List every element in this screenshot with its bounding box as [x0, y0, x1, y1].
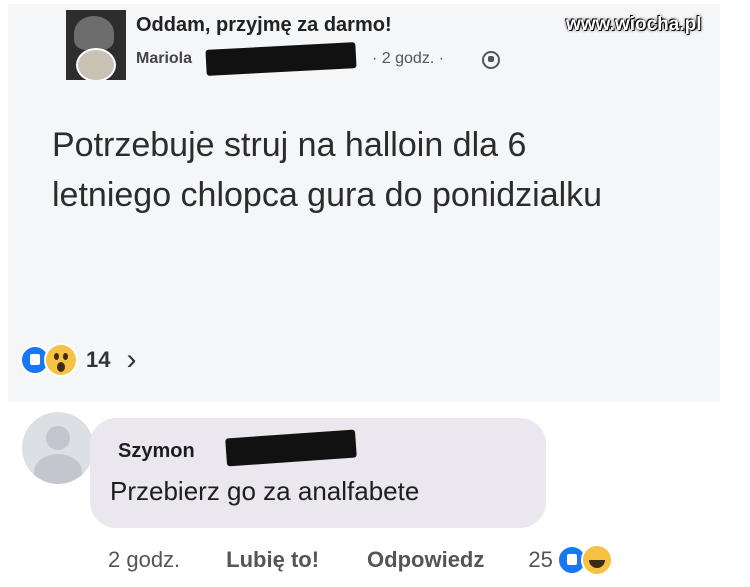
group-avatar[interactable]	[66, 10, 126, 80]
laugh-icon	[580, 544, 613, 576]
post-timestamp[interactable]: · 2 godz. ·	[372, 50, 444, 68]
avatar-head	[46, 426, 70, 450]
globe-icon	[482, 51, 500, 69]
avatar-shoulders	[34, 454, 82, 484]
commenter-avatar[interactable]	[22, 412, 94, 484]
comment-actions: 2 godz. Lubię to! Odpowiedz 25	[108, 540, 613, 580]
reply-button[interactable]: Odpowiedz	[367, 547, 484, 573]
comment-text: Przebierz go za analfabete	[110, 476, 420, 506]
watermark: www.wiocha.pl	[566, 14, 702, 35]
comment-timestamp[interactable]: 2 godz.	[108, 547, 180, 573]
commenter-name[interactable]: Szymon	[118, 440, 195, 463]
comment-reaction-count[interactable]: 25	[528, 547, 552, 573]
wow-mouth	[57, 362, 65, 372]
group-image	[74, 16, 114, 50]
reaction-count[interactable]: 14	[86, 347, 110, 373]
post-author[interactable]: Mariola	[136, 50, 192, 68]
comment-bubble: Szymon Przebierz go za analfabete	[90, 418, 546, 528]
group-name[interactable]: Oddam, przyjmę za darmo!	[136, 14, 392, 37]
post-body: Potrzebuje struj na halloin dla 6 letnie…	[52, 126, 603, 214]
chevron-right-icon[interactable]: ›	[126, 345, 136, 375]
redaction-mark	[225, 429, 357, 467]
author-avatar[interactable]	[76, 48, 116, 80]
post-reactions[interactable]: 14 ›	[20, 342, 136, 378]
wow-icon	[44, 343, 78, 377]
like-button[interactable]: Lubię to!	[226, 547, 319, 573]
wow-eye	[54, 353, 59, 360]
wow-eye	[63, 353, 68, 360]
